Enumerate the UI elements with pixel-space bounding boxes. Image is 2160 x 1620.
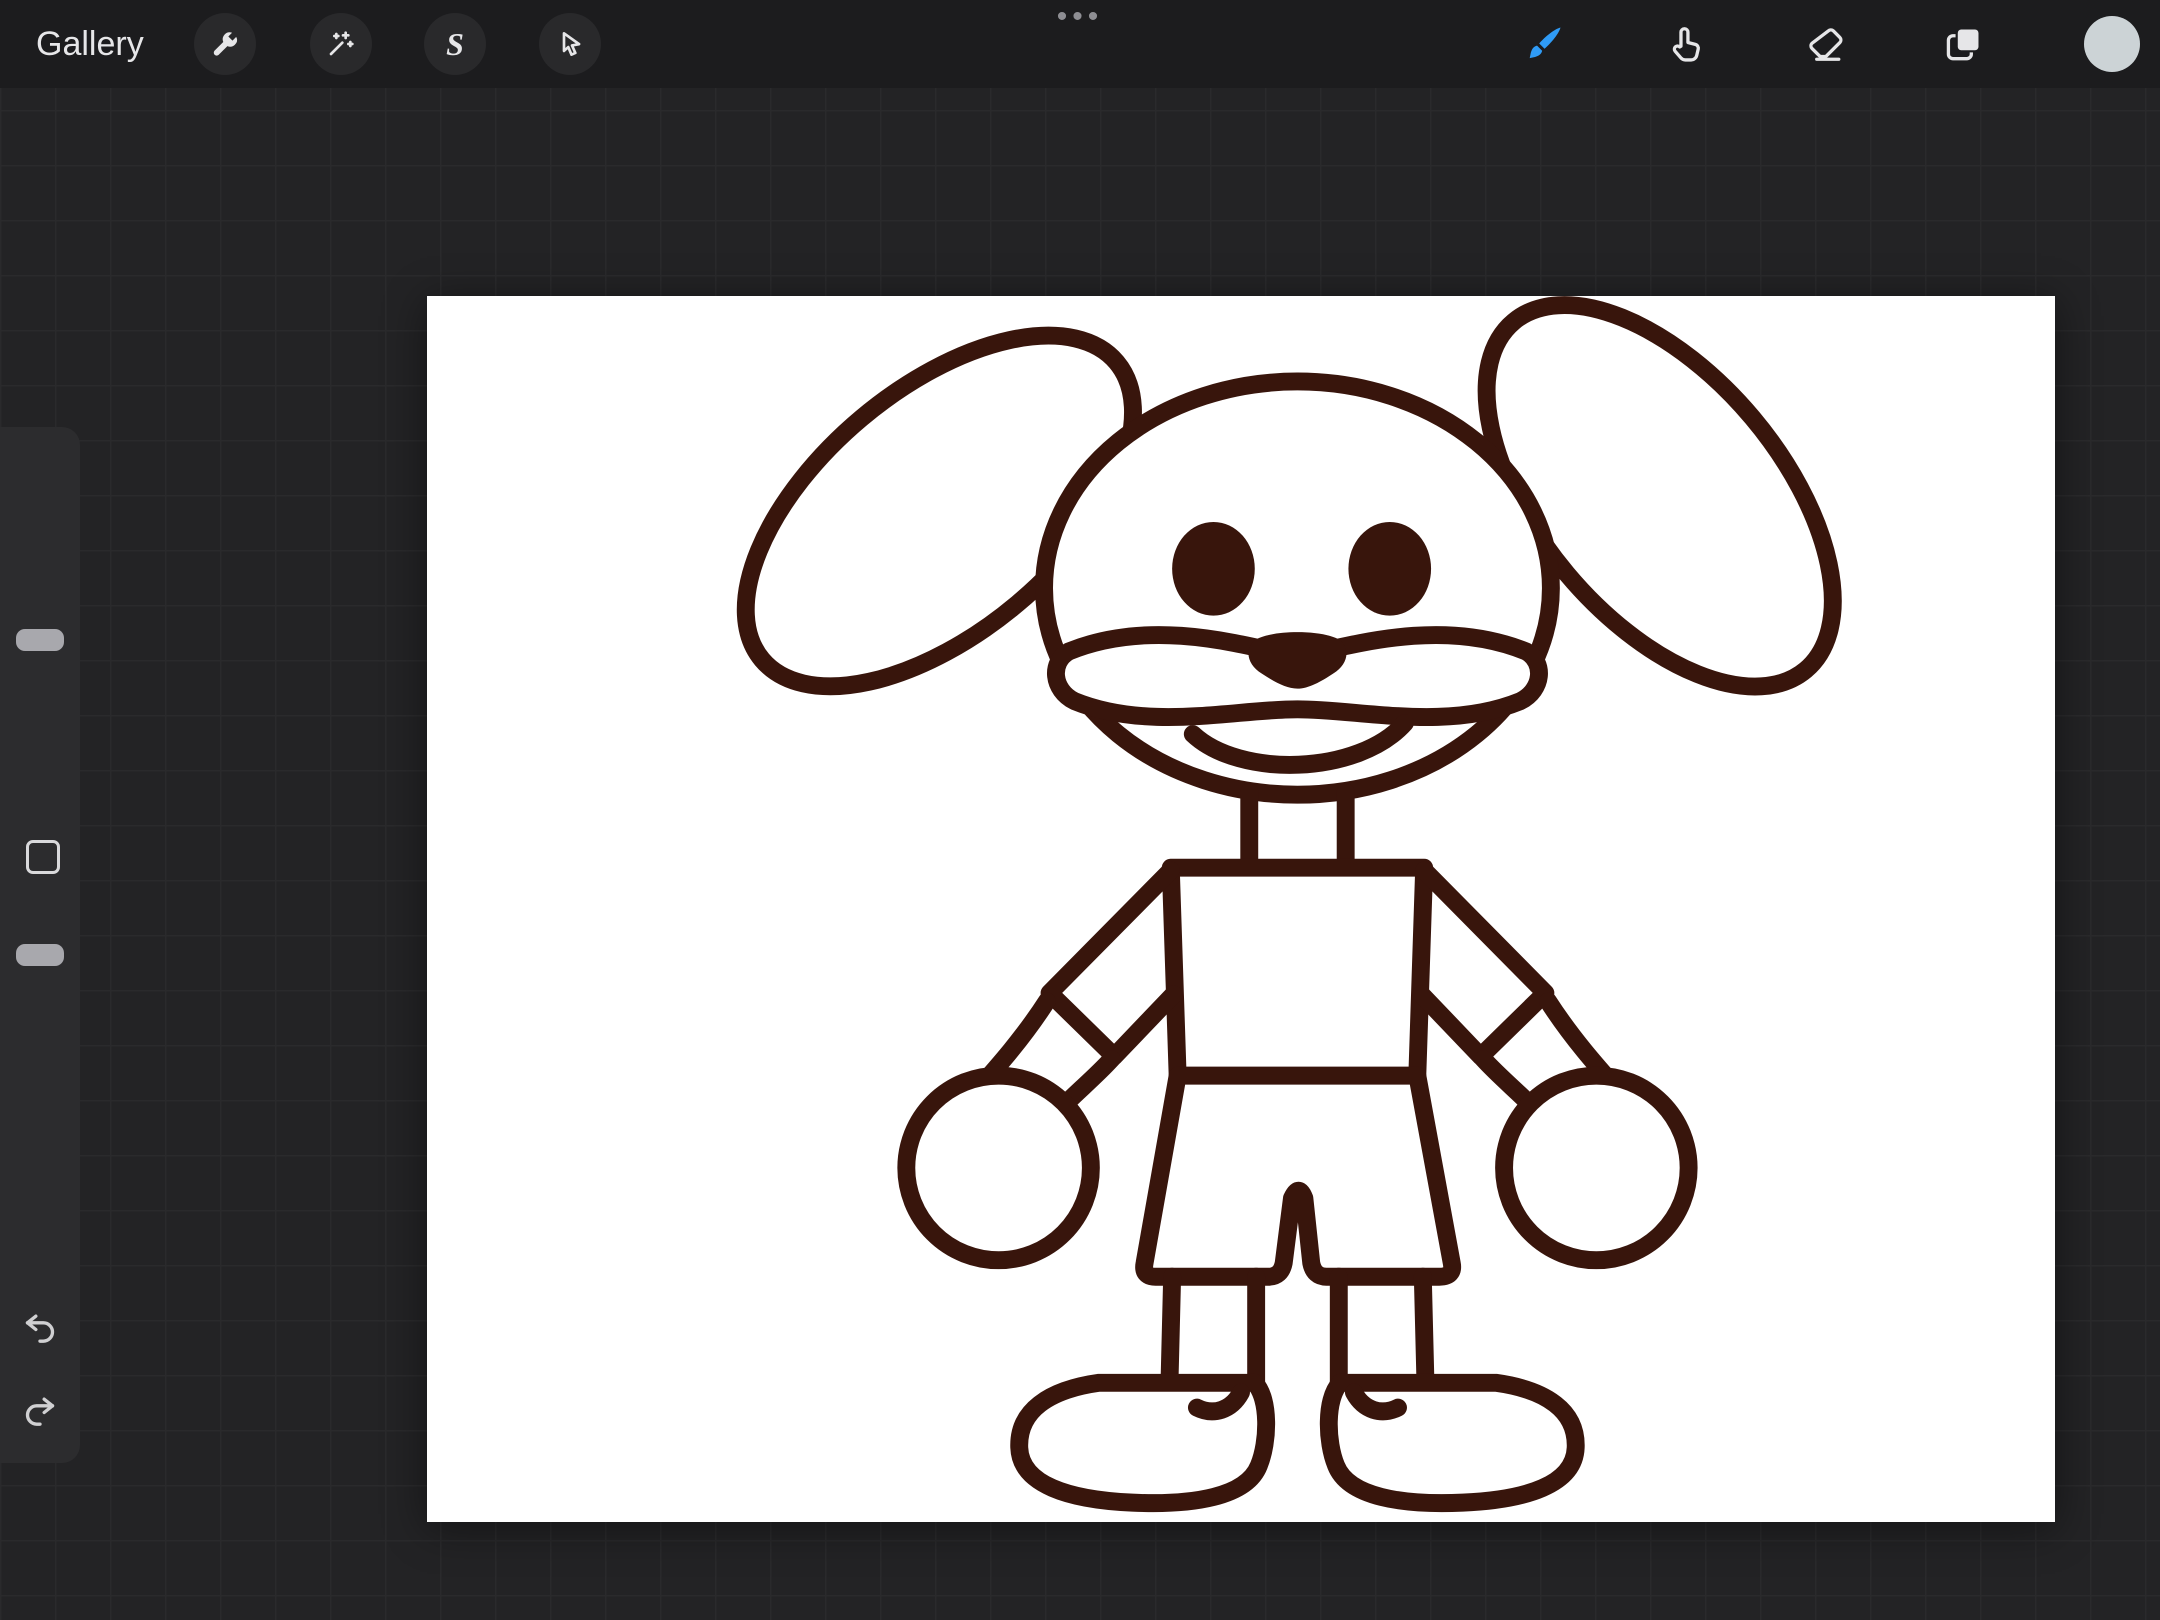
bunny-left-eye: [1172, 521, 1255, 616]
erase-tool-button[interactable]: [1803, 22, 1847, 66]
undo-button[interactable]: [18, 1305, 62, 1349]
bunny-left-sleeve: [1040, 861, 1183, 1066]
drawing-canvas[interactable]: [427, 296, 2055, 1522]
selection-button[interactable]: S: [424, 13, 486, 75]
bunny-head: [1035, 372, 1560, 804]
layers-icon: [1942, 22, 1986, 66]
selection-s-icon: S: [446, 25, 464, 62]
procreate-app: Gallery S •••: [0, 0, 2160, 1620]
eraser-icon: [1803, 22, 1847, 66]
bunny-shorts: [1135, 1066, 1462, 1286]
redo-button[interactable]: [18, 1388, 62, 1432]
opacity-slider[interactable]: [16, 944, 64, 966]
redo-icon: [20, 1390, 60, 1430]
transform-arrow-icon: [554, 28, 586, 60]
bunny-left-hand: [897, 1066, 1100, 1270]
wrench-icon: [209, 28, 241, 60]
gallery-button[interactable]: Gallery: [36, 0, 144, 88]
color-swatch-button[interactable]: [2084, 16, 2140, 72]
paint-tool-button[interactable]: [1522, 22, 1566, 66]
transform-button[interactable]: [539, 13, 601, 75]
magic-wand-icon: [325, 28, 357, 60]
smudge-finger-icon: [1663, 22, 1707, 66]
canvas-options-handle[interactable]: •••: [1057, 0, 1104, 34]
bunny-right-eye: [1348, 521, 1432, 616]
top-toolbar: Gallery S •••: [0, 0, 2160, 88]
bunny-shirt: [1161, 858, 1434, 1085]
bunny-right-hand: [1495, 1066, 1698, 1270]
modify-button[interactable]: [26, 840, 60, 874]
brush-size-slider[interactable]: [16, 629, 64, 651]
bunny-drawing: [736, 296, 1842, 1513]
bunny-legs: [1160, 1267, 1435, 1396]
actions-button[interactable]: [194, 13, 256, 75]
sidebar: [0, 427, 80, 1463]
undo-icon: [20, 1307, 60, 1347]
adjustments-button[interactable]: [310, 13, 372, 75]
brush-icon: [1522, 22, 1566, 66]
smudge-tool-button[interactable]: [1663, 22, 1707, 66]
layers-button[interactable]: [1942, 22, 1986, 66]
bunny-right-sleeve: [1412, 861, 1555, 1066]
